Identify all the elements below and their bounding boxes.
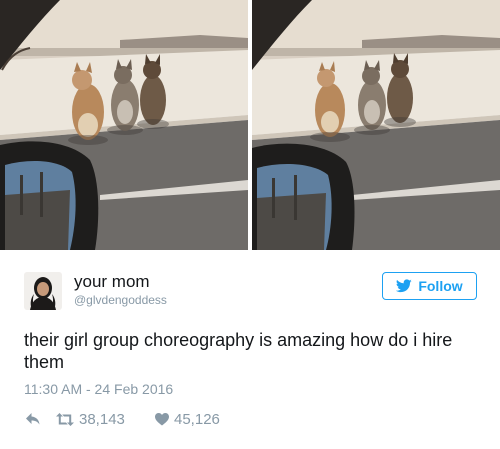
tweet-photo-1[interactable] — [0, 0, 248, 250]
retweet-icon — [56, 412, 74, 426]
like-count: 45,126 — [174, 410, 220, 428]
tweet-media — [0, 0, 500, 250]
heart-icon — [155, 412, 169, 425]
reply-arrow-icon — [26, 413, 40, 425]
twitter-bird-icon — [396, 279, 413, 293]
reply-button[interactable] — [26, 409, 40, 429]
tweet-text: their girl group choreography is amazing… — [24, 330, 453, 372]
retweet-count: 38,143 — [79, 410, 125, 428]
avatar[interactable] — [24, 272, 62, 310]
tweet-header: your mom @glvdengoddess Follow — [24, 272, 477, 312]
display-name[interactable]: your mom — [74, 272, 150, 292]
tweet-actions: 38,143 45,126 — [24, 409, 476, 429]
avatar-image — [24, 272, 62, 310]
tweet-photo-2[interactable] — [252, 0, 500, 250]
follow-button-label: Follow — [418, 278, 463, 294]
tweet-timestamp[interactable]: 11:30 AM - 24 Feb 2016 — [24, 381, 173, 397]
tweet-card: your mom @glvdengoddess Follow their gir… — [0, 0, 500, 449]
photo-1-image — [0, 0, 248, 250]
follow-button[interactable]: Follow — [382, 272, 477, 300]
photo-2-image — [252, 0, 500, 250]
retweet-button[interactable]: 38,143 — [56, 409, 125, 429]
user-handle[interactable]: @glvdengoddess — [74, 293, 167, 307]
like-button[interactable]: 45,126 — [155, 409, 220, 429]
